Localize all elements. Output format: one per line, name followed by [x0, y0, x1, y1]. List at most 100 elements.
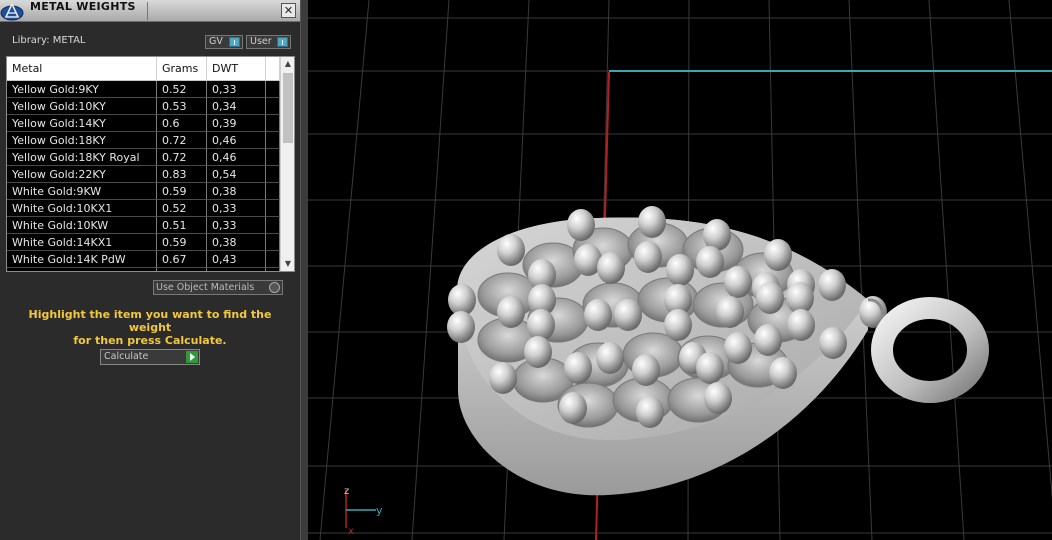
user-toggle[interactable]: User: [246, 35, 291, 49]
scroll-up-icon[interactable]: ▲: [281, 57, 294, 71]
table-row[interactable]: Yellow Gold:9KY 0.52 0,33: [7, 81, 280, 98]
viewport-canvas[interactable]: z y x: [308, 0, 1052, 540]
prong-bead: [584, 299, 612, 331]
prong-bead: [696, 246, 724, 278]
cell-grams: 0.52: [157, 200, 207, 217]
cell-dwt: 0,54: [207, 166, 266, 183]
cell-spacer: [266, 268, 280, 271]
table-row[interactable]: Yellow Gold:22KY 0.83 0,54: [7, 166, 280, 183]
prong-bead: [638, 206, 666, 238]
toggle-switch-icon: [277, 37, 288, 47]
gv-toggle-label: GV: [209, 36, 223, 47]
cell-metal: White Gold:14KW: [7, 268, 157, 271]
cell-spacer: [266, 132, 280, 149]
prong-bead: [819, 327, 847, 359]
prong-bead: [764, 239, 792, 271]
cell-grams: 0.52: [157, 81, 207, 98]
prong-bead: [704, 382, 732, 414]
cell-dwt: 0,38: [207, 268, 266, 271]
cell-spacer: [266, 81, 280, 98]
table-row[interactable]: Yellow Gold:18KY 0.72 0,46: [7, 132, 280, 149]
column-header-metal[interactable]: Metal: [7, 57, 157, 81]
prong-bead: [614, 299, 642, 331]
instruction-line-1: Highlight the item you want to find the …: [28, 308, 272, 334]
cell-dwt: 0,43: [207, 251, 266, 268]
panel-title: METAL WEIGHTS: [30, 0, 136, 13]
table-header: Metal Grams DWT: [7, 57, 280, 81]
cell-metal: Yellow Gold:22KY: [7, 166, 157, 183]
cell-spacer: [266, 149, 280, 166]
panel-splitter[interactable]: [300, 0, 308, 540]
grid-line: [848, 0, 873, 540]
cell-metal: White Gold:14K PdW: [7, 251, 157, 268]
panel-titlebar: METAL WEIGHTS ✕: [0, 0, 300, 22]
gv-toggle[interactable]: GV: [205, 35, 243, 49]
table-row[interactable]: Yellow Gold:10KY 0.53 0,34: [7, 98, 280, 115]
prong-bead: [597, 252, 625, 284]
title-divider: [147, 2, 148, 20]
table-row[interactable]: White Gold:10KX1 0.52 0,33: [7, 200, 280, 217]
cell-grams: 0.59: [157, 183, 207, 200]
scroll-thumb[interactable]: [283, 73, 293, 143]
pendant-model[interactable]: [447, 206, 989, 496]
table-row[interactable]: White Gold:14KX1 0.59 0,38: [7, 234, 280, 251]
instruction-line-2: for then press Calculate.: [73, 334, 227, 347]
library-label: Library: METAL: [12, 35, 86, 46]
cell-dwt: 0,33: [207, 81, 266, 98]
calculate-label: Calculate: [104, 351, 149, 362]
prong-bead: [497, 234, 525, 266]
grid-line: [319, 0, 370, 540]
table-row[interactable]: Yellow Gold:14KY 0.6 0,39: [7, 115, 280, 132]
play-arrow-icon: [186, 351, 198, 363]
grid-line: [928, 0, 965, 540]
cell-dwt: 0,33: [207, 217, 266, 234]
cell-spacer: [266, 98, 280, 115]
scroll-down-icon[interactable]: ▼: [281, 257, 294, 271]
user-toggle-label: User: [250, 36, 272, 47]
column-header-grams[interactable]: Grams: [157, 57, 207, 81]
3d-viewport[interactable]: z y x: [308, 0, 1052, 540]
close-button[interactable]: ✕: [281, 3, 296, 18]
cell-dwt: 0,38: [207, 234, 266, 251]
cell-dwt: 0,33: [207, 200, 266, 217]
cell-metal: Yellow Gold:18KY: [7, 132, 157, 149]
prong-bead: [489, 362, 517, 394]
prong-bead: [756, 282, 784, 314]
column-header-dwt[interactable]: DWT: [207, 57, 266, 81]
prong-bead: [636, 396, 664, 428]
cell-dwt: 0,34: [207, 98, 266, 115]
prong-bead: [632, 354, 660, 386]
table-scrollbar[interactable]: ▲ ▼: [280, 57, 294, 271]
prong-bead: [527, 309, 555, 341]
table-row[interactable]: White Gold:14K PdW 0.67 0,43: [7, 251, 280, 268]
cell-dwt: 0,46: [207, 149, 266, 166]
use-object-materials-toggle[interactable]: Use Object Materials: [153, 280, 283, 295]
cell-dwt: 0,38: [207, 183, 266, 200]
cell-grams: 0.51: [157, 217, 207, 234]
cell-grams: 0.58: [157, 268, 207, 271]
grid-line: [1008, 0, 1052, 500]
cell-spacer: [266, 251, 280, 268]
cell-grams: 0.53: [157, 98, 207, 115]
table-row[interactable]: White Gold:10KW 0.51 0,33: [7, 217, 280, 234]
cell-grams: 0.72: [157, 149, 207, 166]
prong-bead: [564, 352, 592, 384]
prong-bead: [596, 342, 624, 374]
prong-bead: [724, 266, 752, 298]
axis-label-x: x: [348, 526, 354, 537]
table-row[interactable]: Yellow Gold:18KY Royal 0.72 0,46: [7, 149, 280, 166]
table-row[interactable]: White Gold:9KW 0.59 0,38: [7, 183, 280, 200]
cell-spacer: [266, 183, 280, 200]
calculate-button[interactable]: Calculate: [100, 349, 200, 365]
prong-bead: [567, 209, 595, 241]
prong-bead: [754, 324, 782, 356]
table-row[interactable]: White Gold:14KW0.580,38: [7, 268, 280, 271]
cell-metal: Yellow Gold:9KY: [7, 81, 157, 98]
prong-bead: [664, 309, 692, 341]
column-header-spacer: [266, 57, 280, 81]
prong-bead: [447, 311, 475, 343]
table-body: Yellow Gold:9KY 0.52 0,33 Yellow Gold:10KY 0…: [7, 81, 280, 271]
axis-gizmo: z y x: [344, 486, 383, 537]
toggle-switch-icon: [229, 37, 240, 47]
cell-spacer: [266, 166, 280, 183]
